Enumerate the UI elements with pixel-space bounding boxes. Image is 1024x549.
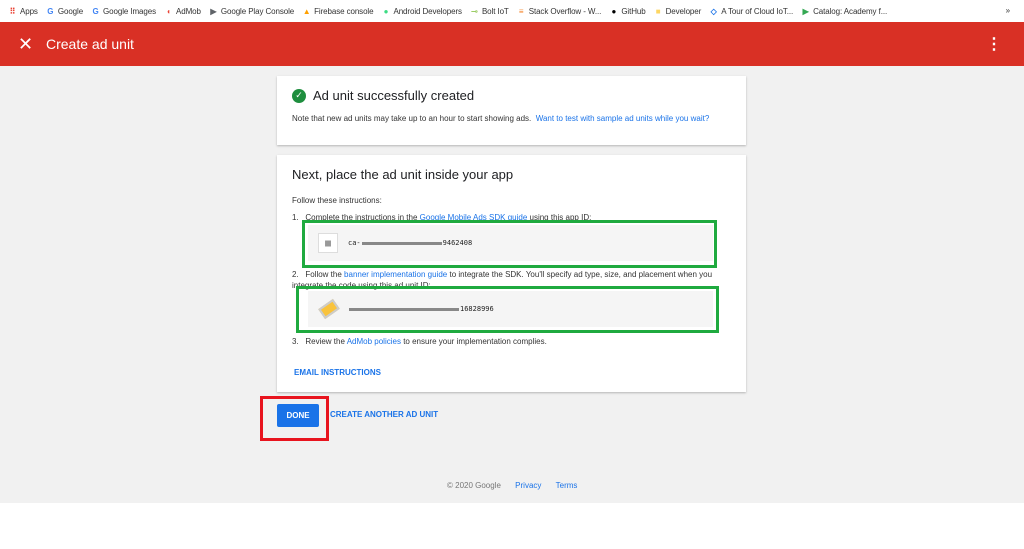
- success-card: ✓ Ad unit successfully created Note that …: [277, 76, 746, 145]
- bookmark-label: Google Play Console: [220, 6, 295, 16]
- bookmark-label: AdMob: [176, 6, 201, 16]
- play-icon: ▶: [802, 6, 809, 16]
- create-another-button[interactable]: CREATE ANOTHER AD UNIT: [330, 410, 438, 419]
- google-icon: G: [92, 6, 99, 16]
- highlight-box: [260, 396, 329, 441]
- bookmark-item[interactable]: ⠿ Apps: [8, 7, 38, 16]
- bookmark-item[interactable]: ▶ Catalog: Academy f...: [801, 6, 888, 16]
- bookmark-item[interactable]: G Google Images: [91, 7, 156, 16]
- bookmark-label: Google Images: [103, 6, 157, 16]
- admob-policies-link[interactable]: AdMob policies: [347, 337, 401, 346]
- bookmark-item[interactable]: ◖ AdMob: [164, 7, 201, 16]
- bookmark-label: Developer: [665, 6, 702, 16]
- bookmark-label: Google: [57, 6, 84, 16]
- bookmark-item[interactable]: G Google: [46, 7, 83, 16]
- bookmark-label: GitHub: [621, 6, 646, 16]
- main-content: ✓ Ad unit successfully created Note that …: [0, 66, 1024, 503]
- highlight-box: [302, 220, 717, 268]
- bookmark-item[interactable]: ◇ A Tour of Cloud IoT...: [709, 6, 794, 16]
- highlight-box: [296, 286, 719, 333]
- bookmark-label: Catalog: Academy f...: [813, 6, 888, 16]
- bookmark-label: Firebase console: [314, 6, 374, 16]
- close-icon[interactable]: ✕: [18, 34, 38, 55]
- check-circle-icon: ✓: [292, 88, 306, 103]
- bookmark-label: Android Developers: [393, 6, 462, 16]
- bookmark-item[interactable]: ▲ Firebase console: [302, 6, 374, 16]
- privacy-link[interactable]: Privacy: [515, 481, 541, 490]
- bookmark-item[interactable]: ■ Developer: [654, 7, 702, 16]
- bookmark-label: Stack Overflow - W...: [528, 6, 602, 16]
- email-instructions-button[interactable]: EMAIL INSTRUCTIONS: [294, 368, 381, 377]
- success-note: Note that new ad units may take up to an…: [292, 114, 532, 123]
- github-icon: ●: [611, 6, 617, 16]
- success-title: Ad unit successfully created: [313, 88, 475, 103]
- bookmark-label: A Tour of Cloud IoT...: [721, 6, 794, 16]
- banner-guide-link[interactable]: banner implementation guide: [344, 270, 447, 279]
- admob-icon: ◖: [166, 6, 171, 16]
- step-3: 3. Review the AdMob policies to ensure y…: [292, 337, 547, 346]
- stackoverflow-icon: ≡: [518, 6, 524, 16]
- bookmark-label: Apps: [20, 6, 38, 16]
- bookmark-label: Bolt IoT: [481, 6, 509, 16]
- footer: © 2020 Google Privacy Terms: [447, 481, 578, 490]
- instructions-intro: Follow these instructions:: [292, 196, 382, 205]
- page-title: Create ad unit: [46, 36, 134, 52]
- bookmark-item[interactable]: ≡ Stack Overflow - W...: [517, 6, 602, 16]
- folder-icon: ■: [655, 6, 661, 16]
- instructions-card: Next, place the ad unit inside your app …: [277, 155, 746, 392]
- bookmark-item[interactable]: ⊸ Bolt IoT: [470, 7, 509, 16]
- google-icon: G: [47, 6, 54, 16]
- cloud-iot-icon: ◇: [710, 6, 717, 16]
- bookmark-item[interactable]: ● GitHub: [609, 7, 645, 16]
- bookmark-item[interactable]: ▶ Google Play Console: [209, 7, 294, 16]
- bolt-icon: ⊸: [471, 6, 478, 16]
- app-header: ✕ Create ad unit ⋮: [0, 22, 1024, 66]
- play-console-icon: ▶: [210, 6, 217, 16]
- firebase-icon: ▲: [302, 6, 311, 16]
- android-icon: ●: [383, 6, 389, 16]
- terms-link[interactable]: Terms: [556, 481, 578, 490]
- bookmarks-bar: ⠿ Apps G Google G Google Images ◖ AdMob ▶ Google …: [0, 0, 1024, 22]
- sample-ad-units-link[interactable]: Want to test with sample ad units while …: [536, 114, 710, 123]
- bookmark-item[interactable]: ● Android Developers: [381, 6, 462, 16]
- apps-grid-icon: ⠿: [9, 6, 16, 16]
- more-vert-icon[interactable]: ⋮: [986, 34, 1002, 54]
- more-bookmarks-button[interactable]: »: [1006, 6, 1010, 15]
- instructions-title: Next, place the ad unit inside your app: [292, 167, 514, 182]
